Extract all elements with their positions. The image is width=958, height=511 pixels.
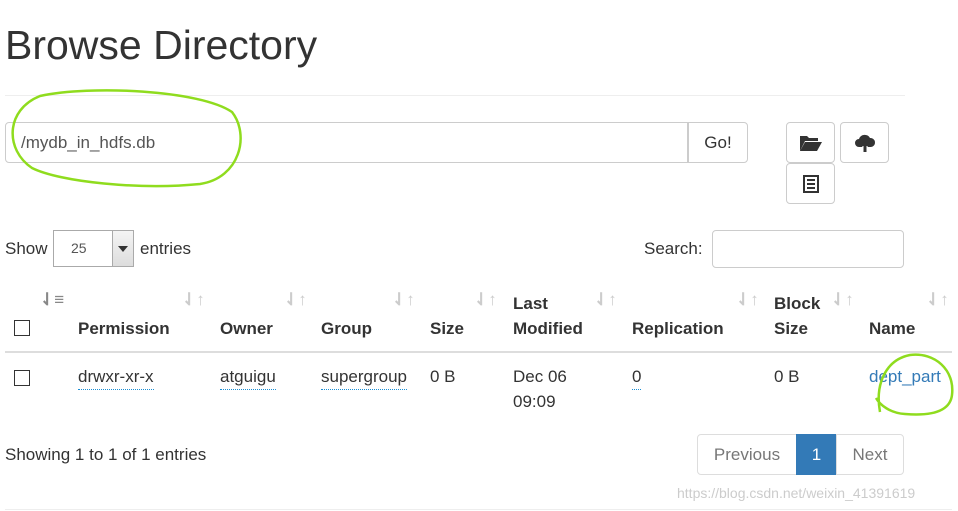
header-block-size[interactable]: Block Size — [774, 291, 824, 341]
sort-icon[interactable]: ⇃↑ — [182, 290, 205, 310]
watermark: https://blog.csdn.net/weixin_41391619 — [677, 485, 916, 501]
name-link[interactable]: dept_part — [869, 364, 941, 389]
table-info: Showing 1 to 1 of 1 entries — [5, 445, 207, 464]
entries-label: entries — [140, 239, 192, 258]
select-all-checkbox[interactable] — [14, 320, 30, 336]
sort-icon[interactable]: ⇃↑ — [926, 290, 949, 310]
block-size-cell: 0 B — [774, 367, 800, 386]
permission-cell[interactable]: drwxr-xr-x — [78, 364, 154, 390]
sort-asc-icon[interactable]: ⇃≡ — [40, 290, 64, 310]
create-directory-button[interactable] — [786, 122, 835, 163]
header-name[interactable]: Name — [869, 316, 915, 341]
sort-icon[interactable]: ⇃↑ — [284, 290, 307, 310]
size-cell: 0 B — [430, 367, 456, 386]
list-icon — [802, 174, 819, 193]
cut-paste-button[interactable] — [786, 163, 835, 204]
chevron-down-icon — [112, 231, 133, 266]
header-size[interactable]: Size — [430, 316, 464, 341]
modified-time-cell: 09:09 — [513, 392, 556, 411]
folder-open-icon — [799, 135, 822, 151]
page-1-button[interactable]: 1 — [796, 434, 837, 475]
entries-select[interactable]: 25 — [53, 230, 134, 267]
sort-icon[interactable]: ⇃↑ — [594, 290, 617, 310]
show-label: Show — [5, 239, 48, 258]
entries-value: 25 — [71, 240, 87, 256]
replication-cell[interactable]: 0 — [632, 364, 642, 390]
search-input[interactable] — [712, 230, 904, 268]
header-replication[interactable]: Replication — [632, 316, 724, 341]
table-header: ⇃≡ Permission ⇃↑ Owner ⇃↑ Group ⇃↑ Size … — [0, 285, 958, 353]
modified-date-cell: Dec 06 — [513, 367, 567, 386]
path-input[interactable] — [5, 122, 688, 163]
cloud-upload-icon — [854, 134, 875, 152]
row-checkbox[interactable] — [14, 370, 30, 386]
upload-button[interactable] — [840, 122, 889, 163]
header-last-modified[interactable]: Last Modified — [513, 291, 593, 341]
header-group[interactable]: Group — [321, 316, 372, 341]
divider — [5, 95, 905, 96]
sort-icon[interactable]: ⇃↑ — [831, 290, 854, 310]
header-owner[interactable]: Owner — [220, 316, 273, 341]
sort-icon[interactable]: ⇃↑ — [392, 290, 415, 310]
sort-icon[interactable]: ⇃↑ — [474, 290, 497, 310]
owner-cell[interactable]: atguigu — [220, 364, 276, 390]
go-button[interactable]: Go! — [688, 122, 748, 163]
page-title: Browse Directory — [5, 22, 318, 68]
search-label: Search: — [644, 239, 703, 258]
previous-button[interactable]: Previous — [697, 434, 797, 475]
footer-divider — [5, 509, 952, 510]
group-cell[interactable]: supergroup — [321, 364, 408, 390]
sort-icon[interactable]: ⇃↑ — [736, 290, 759, 310]
table-row: drwxr-xr-x atguigu supergroup 0 B Dec 06… — [0, 353, 958, 415]
header-permission[interactable]: Permission — [78, 316, 170, 341]
next-button[interactable]: Next — [836, 434, 904, 475]
